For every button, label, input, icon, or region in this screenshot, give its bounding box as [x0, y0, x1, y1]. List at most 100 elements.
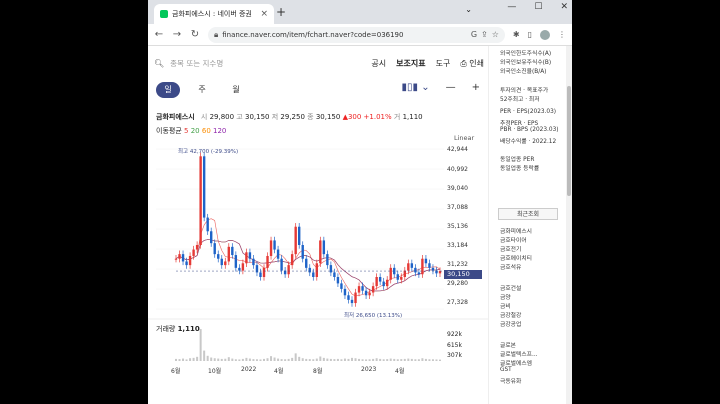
sidebar-info-row[interactable]: PBR · BPS (2023.03) [500, 127, 559, 133]
disclosure-button[interactable]: 공시 [371, 58, 386, 69]
volume-bar [196, 356, 199, 361]
recent-item[interactable]: 글로본 [500, 340, 516, 349]
price-candle [308, 267, 311, 273]
price-candle [255, 265, 259, 273]
x-tick-label: 4월 [274, 368, 284, 375]
price-candle [217, 254, 220, 259]
volume-bar [343, 358, 346, 361]
price-candle [396, 274, 399, 280]
period-week-button[interactable]: 주 [190, 82, 214, 98]
sidebar-info-row[interactable]: 투자의견 · 목표주가 [500, 85, 548, 94]
volume-bar [421, 358, 424, 361]
close-value: 30,150 [315, 113, 341, 121]
price-candle [287, 265, 290, 275]
recent-item[interactable]: 금호전기 [500, 244, 521, 253]
low-label: 저 [271, 113, 279, 121]
moving-average-legend[interactable]: 이동평균 5 20 60 120 [156, 126, 226, 136]
recent-item[interactable]: 금호석유 [500, 262, 521, 271]
price-candle [178, 254, 181, 259]
address-bar[interactable]: 🔒︎ finance.naver.com/item/fchart.naver?c… [208, 26, 505, 43]
price-candle [400, 277, 403, 280]
page-content: 🔍︎ 종목 또는 지수명 공시 보조지표 도구 ⎙ 인쇄 일 주 월 ▮▯▮ ⌄… [148, 46, 572, 404]
volume-bar [372, 358, 375, 361]
maximize-button[interactable]: ☐ [534, 2, 542, 12]
recent-item[interactable]: 금호건설 [500, 283, 521, 292]
tools-button[interactable]: 도구 [436, 58, 451, 69]
lock-icon[interactable]: 🔒︎ [214, 30, 218, 40]
forward-arrow-icon[interactable]: → [172, 29, 182, 40]
menu-kebab-icon[interactable]: ⋮ [558, 30, 566, 39]
recent-item[interactable]: 금호타이어 [500, 235, 527, 244]
volume-bar [396, 359, 399, 361]
y-tick-label: 40,992 [447, 166, 468, 173]
recent-item[interactable]: 금양 [500, 292, 511, 301]
min-price-annotation: 최저 26,650 (13.13%) [344, 313, 403, 319]
price-candle [305, 258, 308, 268]
search-input[interactable]: 종목 또는 지수명 [170, 58, 365, 69]
volume-bar [280, 359, 283, 361]
tab-search-chevron-icon[interactable]: ⌄ [465, 5, 472, 14]
ma-120: 120 [213, 127, 227, 135]
browser-tab[interactable]: 금화피에스시 : 네이버 증권 × [154, 4, 274, 24]
volume-bar [266, 358, 269, 361]
price-candle [403, 270, 406, 277]
volume-bar [407, 358, 410, 361]
recent-item[interactable]: 금강철강 [500, 310, 521, 319]
volume-bar [329, 358, 332, 361]
url-text: finance.naver.com/item/fchart.naver?code… [222, 30, 404, 39]
recent-views-tab[interactable]: 최근조회 [498, 208, 558, 220]
candlestick-icon[interactable]: ▮▯▮ ⌄ [402, 82, 430, 93]
scrollbar-thumb[interactable] [567, 86, 571, 196]
recent-item[interactable]: 금호에이치티 [500, 253, 532, 262]
volume-bar [277, 358, 280, 361]
recent-item[interactable]: GST [500, 367, 512, 373]
period-month-button[interactable]: 월 [224, 82, 248, 98]
google-icon[interactable]: G [471, 30, 477, 39]
volume-bar [375, 358, 378, 361]
side-panel-icon[interactable]: ▯ [528, 30, 532, 39]
price-candle [389, 267, 392, 280]
zoom-in-icon[interactable]: + [472, 82, 480, 93]
indicators-button[interactable]: 보조지표 [396, 58, 425, 69]
volume-panel-value: 1,110 [177, 325, 200, 333]
recent-item[interactable]: 금강공업 [500, 319, 521, 328]
volume-bar [414, 359, 417, 361]
recent-item[interactable]: 글로벌에스엠 [500, 358, 532, 367]
recent-item[interactable]: 극동유화 [500, 376, 521, 385]
share-icon[interactable]: ⇪ [481, 30, 488, 39]
recent-item[interactable]: 금화피에스시 [500, 226, 532, 235]
price-candle [224, 261, 227, 266]
sidebar-info-row[interactable]: 추정PER · EPS [500, 118, 538, 127]
minimize-button[interactable]: — [507, 2, 516, 12]
bookmark-star-icon[interactable]: ☆ [492, 30, 499, 39]
reload-icon[interactable]: ↻ [190, 29, 200, 40]
profile-avatar[interactable] [540, 29, 550, 40]
volume-tick-label: 307k [447, 352, 462, 359]
sidebar-info-row[interactable]: 배당수익률 · 2022.12 [500, 136, 556, 145]
sidebar-scrollbar[interactable] [566, 46, 572, 404]
print-button[interactable]: ⎙ 인쇄 [460, 58, 484, 69]
new-tab-button[interactable]: + [276, 5, 286, 19]
tab-close-icon[interactable]: × [260, 9, 268, 19]
price-candle [378, 277, 382, 282]
search-icon[interactable]: 🔍︎ [154, 59, 164, 68]
ma-20: 20 [190, 127, 200, 135]
y-tick-label: 39,040 [447, 185, 468, 192]
sidebar-info-row[interactable]: PER · EPS(2023.03) [500, 109, 556, 115]
close-window-button[interactable]: ✕ [560, 2, 568, 12]
y-tick-label: 31,232 [447, 261, 468, 268]
volume-bar [315, 358, 318, 361]
chart-area: 🔍︎ 종목 또는 지수명 공시 보조지표 도구 ⎙ 인쇄 일 주 월 ▮▯▮ ⌄… [148, 46, 488, 404]
y-tick-label: 27,328 [447, 299, 468, 306]
back-arrow-icon[interactable]: ← [154, 29, 164, 40]
extensions-icon[interactable]: ✱ [513, 30, 520, 39]
price-candle [181, 254, 185, 262]
zoom-out-icon[interactable]: — [446, 82, 456, 93]
period-day-button[interactable]: 일 [156, 82, 180, 98]
sidebar-info-row[interactable]: 동일업종 PER [500, 154, 534, 163]
price-candle [343, 288, 347, 296]
y-tick-label: 37,088 [447, 204, 468, 211]
price-candle [248, 252, 252, 259]
recent-item[interactable]: 글로벌텍스프... [500, 349, 538, 358]
recent-item[interactable]: 금비 [500, 301, 511, 310]
